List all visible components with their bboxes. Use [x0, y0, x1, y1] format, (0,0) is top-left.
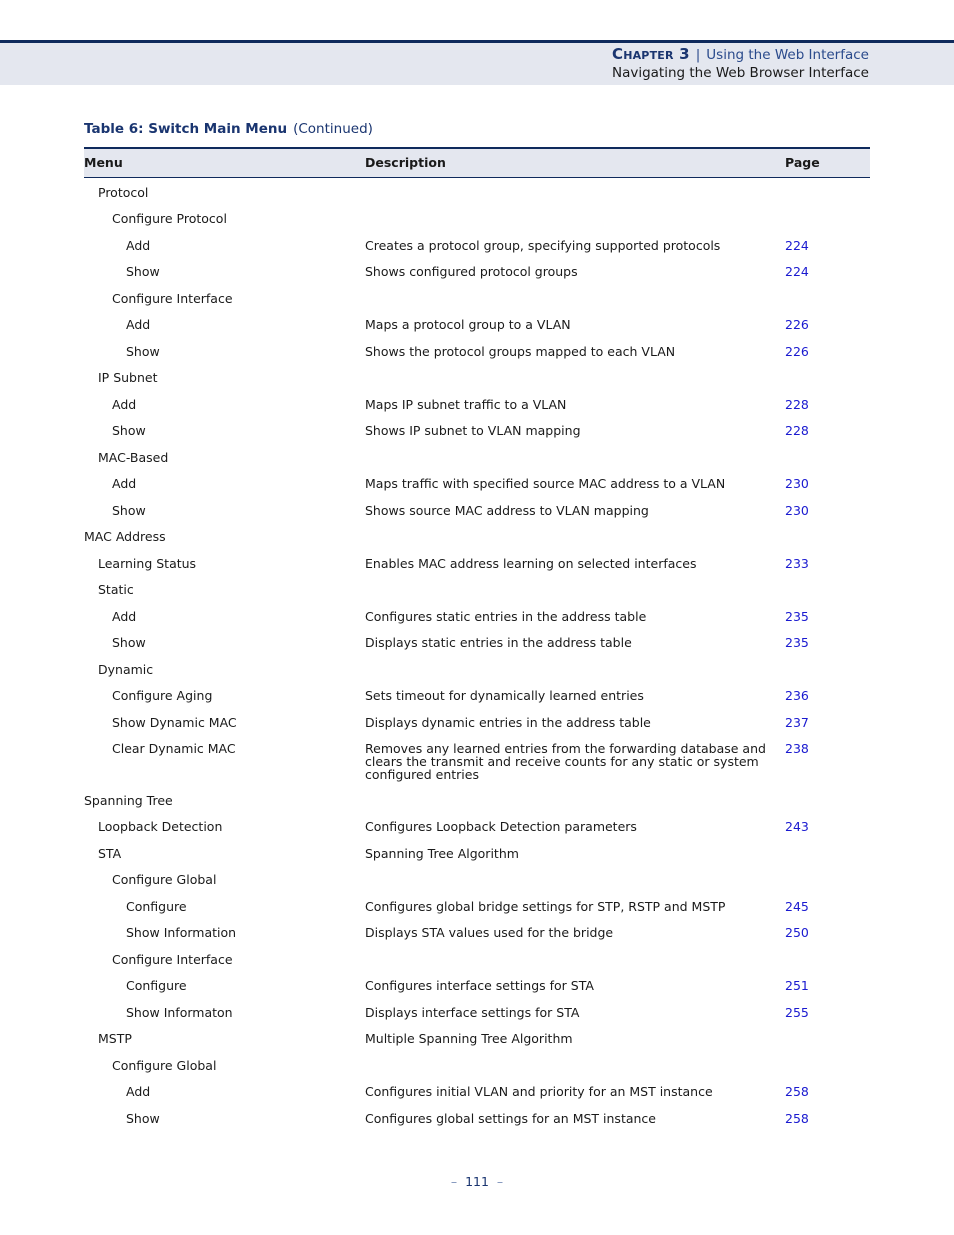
page-link[interactable]: 243 — [785, 820, 809, 833]
description-cell: Creates a protocol group, specifying sup… — [365, 238, 721, 253]
page-link[interactable]: 228 — [785, 424, 809, 437]
column-header-menu: Menu — [84, 155, 123, 170]
menu-cell: IP Subnet — [98, 370, 158, 385]
description-cell: Shows configured protocol groups — [365, 264, 578, 279]
column-header-page: Page — [785, 155, 820, 170]
menu-cell: Configure Interface — [112, 952, 233, 967]
description-cell: Shows IP subnet to VLAN mapping — [365, 423, 581, 438]
chapter-label: Chapter 3 — [611, 45, 690, 63]
menu-cell: Add — [126, 238, 151, 253]
description-cell: Displays interface settings for STA — [365, 1005, 580, 1020]
menu-cell: Configure Interface — [112, 291, 233, 306]
page-link[interactable]: 224 — [785, 265, 809, 278]
description-cell: Maps traffic with specified source MAC a… — [365, 476, 726, 491]
description-cell: Sets timeout for dynamically learned ent… — [365, 688, 644, 703]
page-link[interactable]: 251 — [785, 979, 809, 992]
menu-cell: Show — [112, 423, 146, 438]
table-caption: Table 6: Switch Main Menu (Continued) — [84, 121, 373, 137]
running-header: Chapter 3 | Using the Web Interface Naviga… — [612, 45, 869, 82]
page-link[interactable]: 228 — [785, 398, 809, 411]
page-link[interactable]: 230 — [785, 477, 809, 490]
page-link[interactable]: 224 — [785, 239, 809, 252]
menu-cell: Add — [112, 397, 137, 412]
page-link[interactable]: 236 — [785, 689, 809, 702]
menu-cell: Show Informaton — [126, 1005, 233, 1020]
menu-cell: Show — [112, 635, 146, 650]
section-title: Navigating the Web Browser Interface — [611, 65, 869, 81]
menu-cell: Clear Dynamic MAC — [112, 741, 236, 756]
footer-dash-right: – — [496, 1174, 504, 1189]
menu-cell: Show — [126, 344, 160, 359]
page-link[interactable]: 238 — [785, 742, 809, 755]
menu-cell: Show Information — [126, 925, 237, 940]
column-header-description: Description — [365, 155, 446, 170]
menu-cell: Show Dynamic MAC — [112, 715, 237, 730]
menu-cell: Learning Status — [98, 556, 197, 571]
description-cell: Shows the protocol groups mapped to each… — [365, 344, 676, 359]
menu-cell: Dynamic — [98, 662, 154, 677]
menu-cell: Show — [112, 503, 146, 518]
page-link[interactable]: 245 — [785, 900, 809, 913]
menu-cell: MSTP — [98, 1031, 132, 1046]
description-cell: Configures global settings for an MST in… — [365, 1111, 656, 1126]
page-link[interactable]: 233 — [785, 557, 809, 570]
menu-cell: Spanning Tree — [84, 793, 173, 808]
menu-cell: Configure Aging — [112, 688, 213, 703]
menu-cell: Add — [112, 476, 137, 491]
page-link[interactable]: 258 — [785, 1112, 809, 1125]
description-cell: Multiple Spanning Tree Algorithm — [365, 1031, 573, 1046]
table-header-row: Menu Description Page — [84, 147, 870, 178]
description-cell: Displays dynamic entries in the address … — [365, 715, 651, 730]
description-cell: Configures initial VLAN and priority for… — [365, 1084, 713, 1099]
menu-cell: Loopback Detection — [98, 819, 223, 834]
table-caption-title: Table 6: Switch Main Menu — [84, 121, 288, 137]
footer-dash-left: – — [450, 1174, 458, 1189]
description-cell: Removes any learned entries from the for… — [365, 741, 766, 782]
switch-main-menu-table: Menu Description Page Protocol Configure … — [84, 147, 870, 1125]
menu-cell: Add — [126, 1084, 151, 1099]
page-link[interactable]: 230 — [785, 504, 809, 517]
page-link[interactable]: 226 — [785, 345, 809, 358]
page-link[interactable]: 235 — [785, 636, 809, 649]
page-number: 111 — [465, 1174, 489, 1189]
menu-cell: Configure Global — [112, 872, 217, 887]
menu-cell: Configure — [126, 899, 187, 914]
description-cell: Displays static entries in the address t… — [365, 635, 632, 650]
menu-cell: STA — [98, 846, 122, 861]
chapter-line: Chapter 3 | Using the Web Interface — [612, 45, 869, 64]
menu-cell: Add — [126, 317, 151, 332]
menu-cell: Configure — [126, 978, 187, 993]
description-cell: Configures static entries in the address… — [365, 609, 647, 624]
description-cell: Configures Loopback Detection parameters — [365, 819, 637, 834]
menu-cell: MAC Address — [84, 529, 166, 544]
description-cell: Enables MAC address learning on selected… — [365, 556, 697, 571]
table-caption-suffix: (Continued) — [293, 121, 373, 137]
menu-cell: Protocol — [98, 185, 149, 200]
menu-cell: Add — [112, 609, 137, 624]
description-cell: Maps a protocol group to a VLAN — [365, 317, 571, 332]
page-link[interactable]: 250 — [785, 926, 809, 939]
page-link[interactable]: 255 — [785, 1006, 809, 1019]
description-cell: Displays STA values used for the bridge — [365, 925, 614, 940]
description-cell: Spanning Tree Algorithm — [365, 846, 519, 861]
chapter-title: Using the Web Interface — [706, 47, 869, 63]
menu-cell: Configure Global — [112, 1058, 217, 1073]
description-cell: Configures interface settings for STA — [365, 978, 594, 993]
menu-cell: Configure Protocol — [112, 211, 227, 226]
header-separator: | — [695, 47, 701, 63]
page-link[interactable]: 258 — [785, 1085, 809, 1098]
description-cell: Configures global bridge settings for ST… — [365, 899, 726, 914]
page-link[interactable]: 235 — [785, 610, 809, 623]
menu-cell: Show — [126, 1111, 160, 1126]
page-footer: –111– — [0, 1174, 954, 1189]
menu-cell: MAC-Based — [98, 450, 169, 465]
page-link[interactable]: 237 — [785, 716, 809, 729]
description-cell: Maps IP subnet traffic to a VLAN — [365, 397, 567, 412]
page-link[interactable]: 226 — [785, 318, 809, 331]
menu-cell: Static — [98, 582, 134, 597]
description-cell: Shows source MAC address to VLAN mapping — [365, 503, 649, 518]
menu-cell: Show — [126, 264, 160, 279]
